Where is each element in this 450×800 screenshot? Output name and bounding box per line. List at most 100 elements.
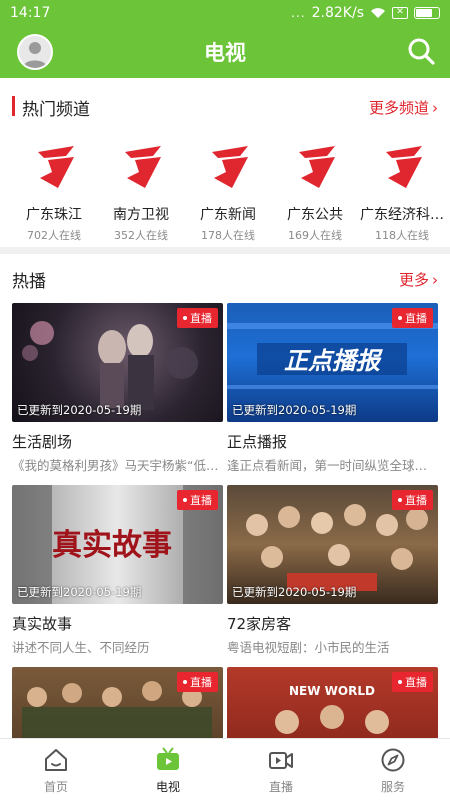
- thumb-caption: 真实故事: [52, 528, 172, 563]
- more-broadcast-label: 更多: [398, 271, 429, 289]
- program-title: 真实故事: [12, 615, 73, 633]
- channel-item[interactable]: 广东公共 169人在线: [271, 140, 359, 242]
- channel-name: 广东新闻: [200, 207, 256, 223]
- program-description: 《我的莫格利男孩》马天宇杨紫“低…: [12, 458, 219, 473]
- section-divider: [0, 247, 450, 254]
- search-icon[interactable]: [406, 36, 436, 66]
- live-dot-icon: [398, 498, 402, 502]
- chevron-right-icon: ›: [432, 98, 438, 117]
- signal-dots: ...: [291, 6, 306, 20]
- program-description: 逢正点看新闻，第一时间纵览全球…: [227, 458, 428, 473]
- live-dot-icon: [398, 680, 402, 684]
- nav-service[interactable]: 服务: [337, 739, 449, 800]
- hot-channels-title: 热门频道: [22, 100, 90, 120]
- program-card[interactable]: NEW WORLD 直播: [227, 667, 438, 738]
- battery-icon: [414, 7, 440, 19]
- live-badge-label: 直播: [190, 494, 212, 507]
- update-status: 已更新到2020-05-19期: [232, 585, 357, 599]
- live-badge: 直播: [392, 672, 433, 692]
- live-badge: 直播: [177, 490, 218, 510]
- channel-online-count: 178人在线: [201, 229, 255, 242]
- nav-home[interactable]: 首页: [0, 739, 112, 800]
- live-dot-icon: [183, 680, 187, 684]
- channel-item[interactable]: 广东珠江 702人在线: [10, 140, 98, 242]
- live-badge: 直播: [177, 308, 218, 328]
- page-title: 电视: [204, 41, 246, 65]
- status-bar: 14:17 ... 2.82K/s ✕: [0, 0, 450, 28]
- tv-icon: [157, 747, 179, 770]
- update-status: 已更新到2020-05-19期: [17, 403, 142, 417]
- section-marker: [12, 96, 15, 116]
- program-title: 正点播报: [227, 433, 288, 451]
- channel-item[interactable]: 广东新闻 178人在线: [184, 140, 272, 242]
- channel-name: 广东珠江: [26, 207, 82, 223]
- nav-live[interactable]: 直播: [225, 739, 337, 800]
- program-thumbnail: 正点播报 直播 已更新到2020-05-19期: [227, 303, 438, 422]
- channel-list: 广东珠江 702人在线 南方卫视 352人在线 广东新闻 178人在线 广东公共…: [0, 140, 450, 242]
- network-speed: 2.82K/s: [311, 5, 364, 21]
- compass-icon: [381, 748, 405, 772]
- top-bar: 14:17 ... 2.82K/s ✕ 电视: [0, 0, 450, 78]
- hot-broadcast-title: 热播: [12, 272, 46, 292]
- status-icons: ... 2.82K/s ✕: [291, 5, 440, 21]
- program-title: 生活剧场: [12, 433, 73, 451]
- hot-broadcast-header: 热播 更多 ›: [0, 264, 450, 294]
- live-badge-label: 直播: [405, 676, 427, 689]
- more-broadcast-link[interactable]: 更多 ›: [399, 269, 438, 290]
- bottom-nav: 首页 电视 直播 服务: [0, 738, 450, 800]
- gdtv-logo-icon: [125, 146, 161, 188]
- hot-channels-header: 热门频道 更多频道 ›: [0, 92, 450, 122]
- gdtv-logo-icon: [386, 146, 422, 188]
- program-description: 讲述不同人生、不同经历: [12, 640, 150, 655]
- channel-name: 广东公共: [287, 207, 343, 223]
- no-sim-icon: ✕: [392, 7, 408, 19]
- nav-service-label: 服务: [380, 780, 405, 794]
- program-title: 72家房客: [227, 615, 292, 633]
- thumb-caption: 正点播报: [284, 347, 383, 375]
- wifi-icon: [371, 8, 385, 18]
- live-badge-label: 直播: [405, 494, 427, 507]
- channel-online-count: 702人在线: [27, 229, 81, 242]
- live-badge: 直播: [177, 672, 218, 692]
- live-dot-icon: [183, 498, 187, 502]
- update-status: 已更新到2020-05-19期: [17, 585, 142, 599]
- program-card[interactable]: 直播 已更新到2020-05-19期 生活剧场 《我的莫格利男孩》马天宇杨紫“低…: [12, 303, 223, 475]
- program-card[interactable]: 正点播报 直播 已更新到2020-05-19期 正点播报 逢正点看新闻，第一时间…: [227, 303, 438, 475]
- thumb-caption: NEW WORLD: [289, 684, 375, 698]
- channel-item[interactable]: 广东经济科… 118人在线: [358, 140, 446, 242]
- live-badge: 直播: [392, 308, 433, 328]
- live-dot-icon: [398, 316, 402, 320]
- program-thumbnail: NEW WORLD 直播: [227, 667, 438, 738]
- gdtv-logo-icon: [299, 146, 335, 188]
- status-time: 14:17: [10, 5, 51, 21]
- channel-online-count: 352人在线: [114, 229, 168, 242]
- channel-online-count: 169人在线: [288, 229, 342, 242]
- nav-tv[interactable]: 电视: [112, 739, 224, 800]
- more-channels-label: 更多频道: [368, 99, 429, 117]
- nav-home-label: 首页: [43, 780, 68, 794]
- channel-online-count: 118人在线: [375, 229, 429, 242]
- nav-live-label: 直播: [268, 780, 293, 794]
- channel-name: 南方卫视: [113, 207, 169, 223]
- live-badge-label: 直播: [190, 676, 212, 689]
- program-card[interactable]: 真实故事 直播 已更新到2020-05-19期 真实故事 讲述不同人生、不同经历: [12, 485, 223, 657]
- live-badge: 直播: [392, 490, 433, 510]
- home-icon: [45, 749, 67, 771]
- more-channels-link[interactable]: 更多频道 ›: [369, 97, 438, 118]
- program-thumbnail: 直播: [12, 667, 223, 738]
- update-status: 已更新到2020-05-19期: [232, 403, 357, 417]
- program-description: 粤语电视短剧：小市民的生活: [227, 640, 390, 655]
- app-header: 电视: [0, 28, 450, 78]
- channel-name: 广东经济科…: [360, 207, 444, 223]
- live-dot-icon: [183, 316, 187, 320]
- chevron-right-icon: ›: [432, 270, 438, 289]
- program-thumbnail: 直播 已更新到2020-05-19期: [227, 485, 438, 604]
- live-badge-label: 直播: [190, 312, 212, 325]
- program-card[interactable]: 直播 已更新到2020-05-19期 72家房客 粤语电视短剧：小市民的生活: [227, 485, 438, 657]
- nav-tv-label: 电视: [155, 780, 180, 794]
- program-thumbnail: 直播 已更新到2020-05-19期: [12, 303, 223, 422]
- program-card[interactable]: 直播: [12, 667, 223, 738]
- live-camera-icon: [269, 752, 293, 769]
- channel-item[interactable]: 南方卫视 352人在线: [97, 140, 185, 242]
- gdtv-logo-icon: [212, 146, 248, 188]
